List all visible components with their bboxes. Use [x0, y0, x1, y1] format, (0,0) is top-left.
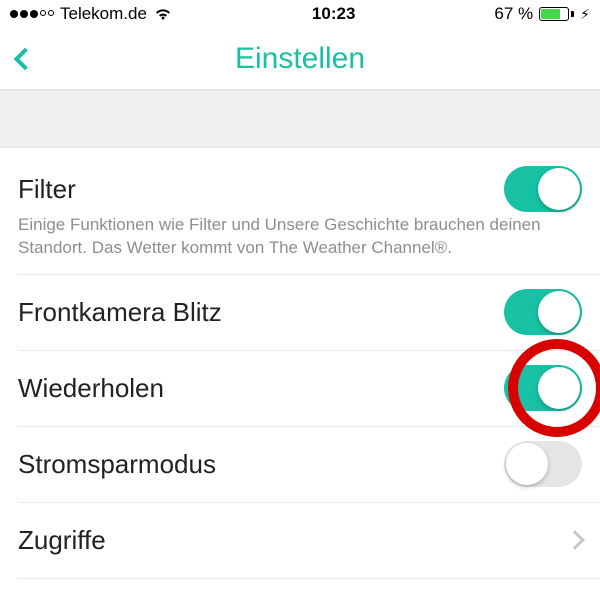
row-permissions[interactable]: Zugriffe	[0, 503, 600, 578]
toggle-front-flash[interactable]	[504, 289, 582, 335]
carrier-label: Telekom.de	[60, 4, 147, 24]
section-gap	[0, 90, 600, 148]
settings-list: Filter Einige Funktionen wie Filter und …	[0, 148, 600, 579]
chevron-right-icon	[565, 530, 585, 550]
filter-subtext: Einige Funktionen wie Filter und Unsere …	[0, 212, 600, 274]
divider	[18, 578, 600, 579]
toggle-replay[interactable]	[504, 365, 582, 411]
battery-percent: 67 %	[494, 4, 533, 24]
chevron-left-icon	[14, 47, 37, 70]
battery-icon	[539, 7, 574, 21]
wifi-icon	[153, 7, 173, 21]
row-label-front-flash: Frontkamera Blitz	[18, 297, 222, 328]
navigation-bar: Einstellen	[0, 28, 600, 90]
row-replay: Wiederholen	[0, 351, 600, 426]
toggle-filter[interactable]	[504, 166, 582, 212]
row-front-flash: Frontkamera Blitz	[0, 275, 600, 350]
toggle-powersave[interactable]	[504, 441, 582, 487]
status-bar-right: 67 % ⚡︎	[494, 4, 590, 24]
clock: 10:23	[312, 4, 355, 24]
status-bar-left: Telekom.de	[10, 4, 173, 24]
row-label-filter: Filter	[18, 174, 76, 205]
page-title: Einstellen	[235, 42, 365, 76]
row-filter: Filter	[0, 148, 600, 212]
status-bar: Telekom.de 10:23 67 % ⚡︎	[0, 0, 600, 28]
back-button[interactable]	[14, 41, 36, 77]
row-label-powersave: Stromsparmodus	[18, 449, 216, 480]
row-label-replay: Wiederholen	[18, 373, 164, 404]
charging-icon: ⚡︎	[580, 6, 590, 23]
signal-strength-icon	[10, 10, 54, 18]
row-powersave: Stromsparmodus	[0, 427, 600, 502]
row-label-permissions: Zugriffe	[18, 525, 106, 556]
